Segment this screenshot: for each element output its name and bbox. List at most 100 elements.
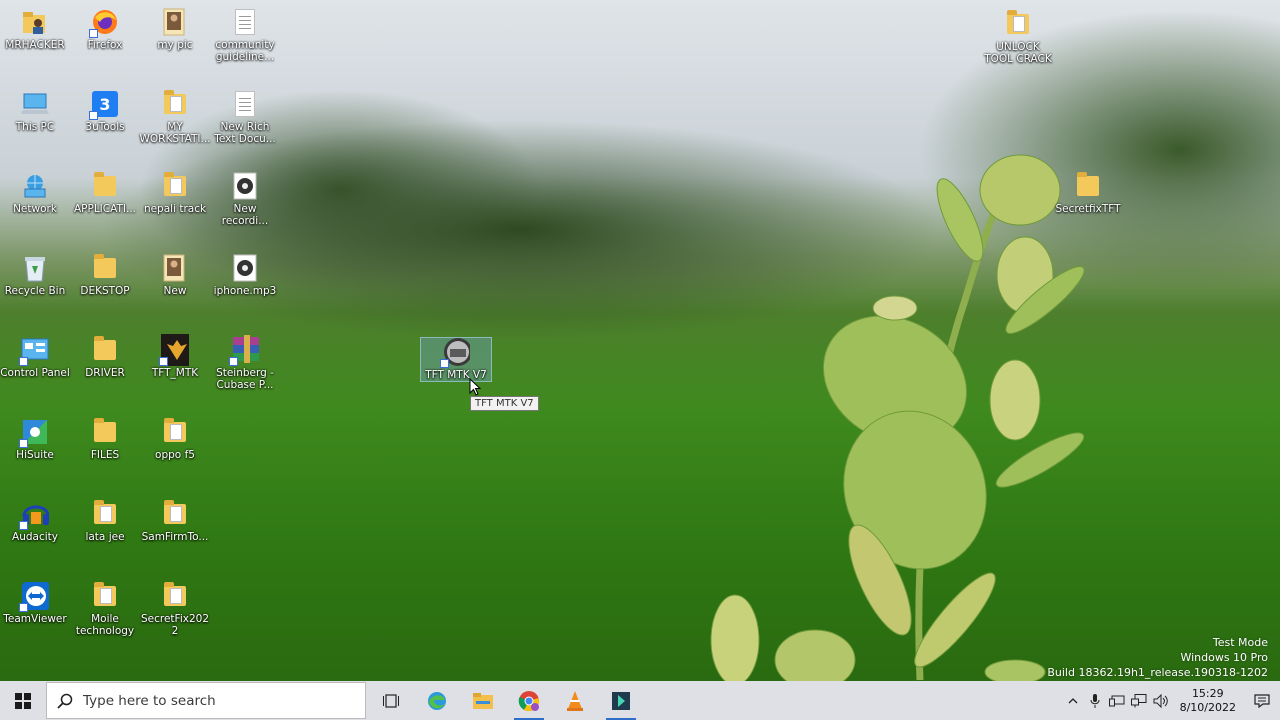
tft-icon	[440, 338, 470, 368]
show-hidden-icons-button[interactable]	[1062, 681, 1084, 720]
desktop-icon-tft-mtk-v7[interactable]: TFT MTK V7	[420, 337, 492, 382]
desktop-icon-label: lata jee	[85, 531, 125, 543]
desktop-icon-control-panel[interactable]: Control Panel	[0, 336, 70, 379]
desktop-icon-label: TeamViewer	[3, 613, 67, 625]
start-button[interactable]	[0, 681, 46, 720]
desktop-icon-unlock-tool-crack[interactable]: UNLOCK TOOL CRACK	[983, 10, 1053, 65]
desktop-icon-recycle-bin[interactable]: Recycle Bin	[0, 254, 70, 297]
media-folder-icon	[91, 500, 119, 528]
desktop-icon-firefox[interactable]: Firefox	[70, 8, 140, 51]
doc-folder-icon	[161, 90, 189, 118]
desktop-icon-teamviewer[interactable]: TeamViewer	[0, 582, 70, 625]
folder-icon	[91, 172, 119, 200]
test-mode-watermark: Test Mode Windows 10 Pro Build 18362.19h…	[1047, 635, 1268, 680]
volume-icon	[1153, 693, 1168, 708]
taskbar-app-vlc[interactable]	[552, 681, 598, 720]
taskbar-app-edge[interactable]	[414, 681, 460, 720]
microphone-icon	[1090, 693, 1100, 708]
clock-date: 8/10/2022	[1179, 700, 1236, 714]
desktop-icon-driver[interactable]: DRIVER	[70, 336, 140, 379]
notification-icon	[1254, 693, 1270, 708]
desktop-icon-nepali-track[interactable]: nepali track	[140, 172, 210, 215]
desktop-icon-lata-jee[interactable]: lata jee	[70, 500, 140, 543]
desktop-icon-label: Moile technology	[75, 613, 135, 637]
desktop-icon-tft-mtk[interactable]: TFT_MTK	[140, 334, 210, 379]
folder-icon	[91, 254, 119, 282]
task-view-icon	[383, 693, 399, 708]
desktop-icon-label: MRHACKER	[5, 39, 65, 51]
desktop-icon-label: New	[163, 285, 187, 297]
desktop-icon-this-pc[interactable]: This PC	[0, 90, 70, 133]
desktop-icon-community-guideline[interactable]: community guideline...	[210, 8, 280, 63]
desktop-icon-label: TFT_MTK	[151, 367, 199, 379]
desktop-icon-moile-technology[interactable]: Moile technology	[70, 582, 140, 637]
folder-icon	[1074, 172, 1102, 200]
desktop-icon-label: Control Panel	[0, 367, 70, 379]
taskbar-search-box[interactable]: Type here to search	[46, 682, 366, 719]
mouse-cursor-icon	[469, 378, 481, 396]
desktop-icon-my-workstati[interactable]: MY WORKSTATI...	[140, 90, 211, 145]
hisuite-icon	[19, 418, 49, 448]
desktop-icon-label: Audacity	[12, 531, 58, 543]
watermark-line-1: Test Mode	[1212, 636, 1268, 649]
desktop-icon-label: Recycle Bin	[4, 285, 66, 297]
system-tray: 15:29 8/10/2022	[1062, 681, 1280, 720]
desktop-icon-label: DRIVER	[85, 367, 125, 379]
action-center-button[interactable]	[1244, 681, 1280, 720]
media-folder-icon	[161, 172, 189, 200]
desktop-icon-samfirmto[interactable]: SamFirmTo...	[140, 500, 210, 543]
network-icon	[21, 172, 49, 200]
desktop-icon-hisuite[interactable]: HiSuite	[0, 418, 70, 461]
desktop-icon-new[interactable]: New	[140, 254, 210, 297]
desktop-icon-label: Network	[13, 203, 57, 215]
system-clock[interactable]: 15:29 8/10/2022	[1172, 687, 1244, 715]
desktop-icon-label: SamFirmTo...	[141, 531, 209, 543]
taskbar-app-file-explorer[interactable]	[460, 681, 506, 720]
photo-icon	[161, 254, 189, 282]
desktop-icon-files[interactable]: FILES	[70, 418, 140, 461]
desktop-icon-label: community guideline...	[215, 39, 275, 63]
desktop-icon-label: HiSuite	[16, 449, 54, 461]
volume-button[interactable]	[1150, 681, 1172, 720]
folder-icon	[91, 418, 119, 446]
audio-icon	[231, 254, 259, 282]
device-button[interactable]	[1106, 681, 1128, 720]
search-icon	[57, 693, 73, 709]
desktop-icon-label: SecretFix2022	[140, 613, 209, 637]
task-view-button[interactable]	[368, 681, 414, 720]
desktop-icon-oppo-f5[interactable]: oppo f5	[140, 418, 210, 461]
edge-icon	[428, 691, 446, 710]
desktop-icon-applicati[interactable]: APPLICATI...	[70, 172, 140, 215]
desktop-icon-label: UNLOCK TOOL CRACK	[984, 41, 1052, 65]
network-icon	[1130, 693, 1147, 707]
firefox-icon	[89, 8, 119, 38]
watermark-line-2: Windows 10 Pro	[1180, 651, 1268, 664]
desktop-icon-audacity[interactable]: Audacity	[0, 500, 70, 543]
app-blue-icon: 3	[89, 90, 119, 120]
desktop-icon-iphone-mp3[interactable]: iphone.mp3	[210, 254, 280, 297]
desktop-icon-secretfixtft[interactable]: SecretfixTFT	[1053, 172, 1123, 215]
taskbar-app-tft-tool[interactable]	[598, 681, 644, 720]
desktop-icon-secretfix2022[interactable]: SecretFix2022	[140, 582, 210, 637]
desktop-icon-steinberg-cubase-p[interactable]: Steinberg - Cubase P...	[210, 335, 280, 391]
desktop-icon-label: SecretfixTFT	[1055, 203, 1121, 215]
desktop-icon-label: 3uTools	[85, 121, 125, 133]
desktop-icon-new-rich-text-docu[interactable]: New Rich Text Docu...	[210, 90, 280, 145]
desktop-icon-my-pic[interactable]: my pic	[140, 8, 210, 51]
desktop-icon-dekstop[interactable]: DEKSTOP	[70, 254, 140, 297]
network-status-button[interactable]	[1128, 681, 1150, 720]
desktop-icon-mrhacker[interactable]: MRHACKER	[0, 8, 70, 51]
desktop-icon-3utools[interactable]: 3 3uTools	[70, 90, 140, 133]
taskbar-app-chrome[interactable]	[506, 681, 552, 720]
desktop-icon-label: Firefox	[87, 39, 123, 51]
desktop-icon-network[interactable]: Network	[0, 172, 70, 215]
computer-icon	[21, 90, 49, 118]
audio-icon	[231, 172, 259, 200]
clock-time: 15:29	[1191, 686, 1224, 700]
desktop-icon-new-recordi[interactable]: New recordi...	[210, 172, 280, 227]
chrome-icon	[518, 690, 539, 711]
desktop-icon-label: New recordi...	[221, 203, 269, 227]
microphone-button[interactable]	[1084, 681, 1106, 720]
desktop-icon-label: my pic	[157, 39, 193, 51]
doc-folder-icon	[161, 582, 189, 610]
